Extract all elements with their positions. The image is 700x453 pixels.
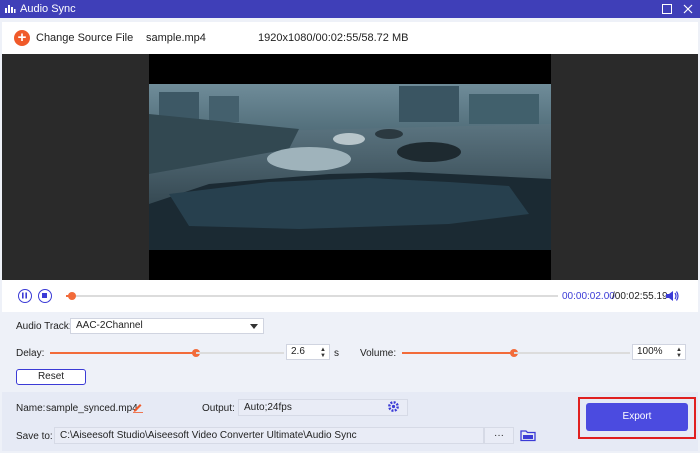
delay-slider-rest bbox=[196, 352, 284, 354]
chevron-down-icon[interactable]: ▼ bbox=[676, 353, 682, 359]
change-source-file-button[interactable]: Change Source File bbox=[36, 32, 133, 44]
progress-thumb[interactable] bbox=[67, 292, 76, 300]
source-file-info: 1920x1080/00:02:55/58.72 MB bbox=[258, 32, 409, 44]
audio-track-label: Audio Track: bbox=[16, 321, 72, 332]
delay-slider[interactable] bbox=[50, 349, 200, 357]
volume-label: Volume: bbox=[360, 348, 397, 359]
audio-sync-icon bbox=[4, 3, 16, 15]
speaker-icon[interactable] bbox=[665, 289, 679, 306]
plus-icon[interactable]: + bbox=[14, 30, 30, 46]
export-button[interactable]: Export bbox=[586, 403, 688, 431]
save-path-field[interactable]: C:\Aiseesoft Studio\Aiseesoft Video Conv… bbox=[54, 427, 484, 444]
current-time: 00:00:02.00 bbox=[562, 291, 615, 302]
progress-bar[interactable] bbox=[66, 292, 558, 300]
output-filename: sample_synced.mp4 bbox=[46, 403, 138, 414]
gear-icon[interactable] bbox=[387, 400, 400, 416]
volume-slider-rest bbox=[514, 352, 630, 354]
maximize-button[interactable] bbox=[659, 1, 675, 17]
playback-controls: 00:00:02.00 /00:02:55.19 bbox=[2, 280, 698, 312]
close-button[interactable] bbox=[680, 1, 696, 17]
volume-slider-fill bbox=[402, 352, 514, 354]
chevron-down-icon bbox=[250, 324, 258, 329]
stop-icon bbox=[42, 293, 47, 298]
output-footer: Name: sample_synced.mp4 Output: Auto;24f… bbox=[2, 392, 698, 451]
video-frame bbox=[149, 54, 551, 280]
pause-icon bbox=[22, 292, 27, 299]
delay-unit: s bbox=[334, 348, 339, 359]
delay-label: Delay: bbox=[16, 348, 45, 359]
volume-value: 100% bbox=[637, 346, 663, 357]
window-title: Audio Sync bbox=[20, 3, 76, 15]
total-time: /00:02:55.19 bbox=[612, 291, 668, 302]
output-format-value: Auto;24fps bbox=[244, 402, 292, 413]
name-label: Name: bbox=[16, 403, 46, 414]
source-filename: sample.mp4 bbox=[146, 32, 206, 44]
volume-stepper[interactable]: 100% ▲ ▼ bbox=[632, 344, 686, 360]
video-preview-area bbox=[2, 54, 698, 280]
audio-settings-panel: Audio Track: AAC-2Channel Delay: 2.6 ▲ ▼… bbox=[2, 312, 698, 392]
delay-value: 2.6 bbox=[291, 346, 305, 357]
chevron-down-icon[interactable]: ▼ bbox=[320, 353, 326, 359]
audio-track-value: AAC-2Channel bbox=[76, 320, 143, 331]
stop-button[interactable] bbox=[38, 289, 52, 303]
save-path-value: C:\Aiseesoft Studio\Aiseesoft Video Conv… bbox=[60, 430, 357, 441]
reset-button[interactable]: Reset bbox=[16, 369, 86, 385]
save-to-label: Save to: bbox=[16, 431, 53, 442]
source-file-bar: + Change Source File sample.mp4 1920x108… bbox=[2, 22, 698, 54]
output-format-field[interactable]: Auto;24fps bbox=[238, 399, 408, 416]
title-bar: Audio Sync bbox=[0, 0, 700, 18]
pause-button[interactable] bbox=[18, 289, 32, 303]
browse-path-button[interactable]: ··· bbox=[484, 427, 514, 444]
delay-stepper[interactable]: 2.6 ▲ ▼ bbox=[286, 344, 330, 360]
audio-track-select[interactable]: AAC-2Channel bbox=[70, 318, 264, 334]
folder-icon[interactable] bbox=[520, 428, 536, 445]
volume-slider[interactable] bbox=[402, 349, 518, 357]
output-label: Output: bbox=[202, 403, 235, 414]
delay-slider-fill bbox=[50, 352, 196, 354]
pencil-icon[interactable] bbox=[132, 401, 144, 416]
